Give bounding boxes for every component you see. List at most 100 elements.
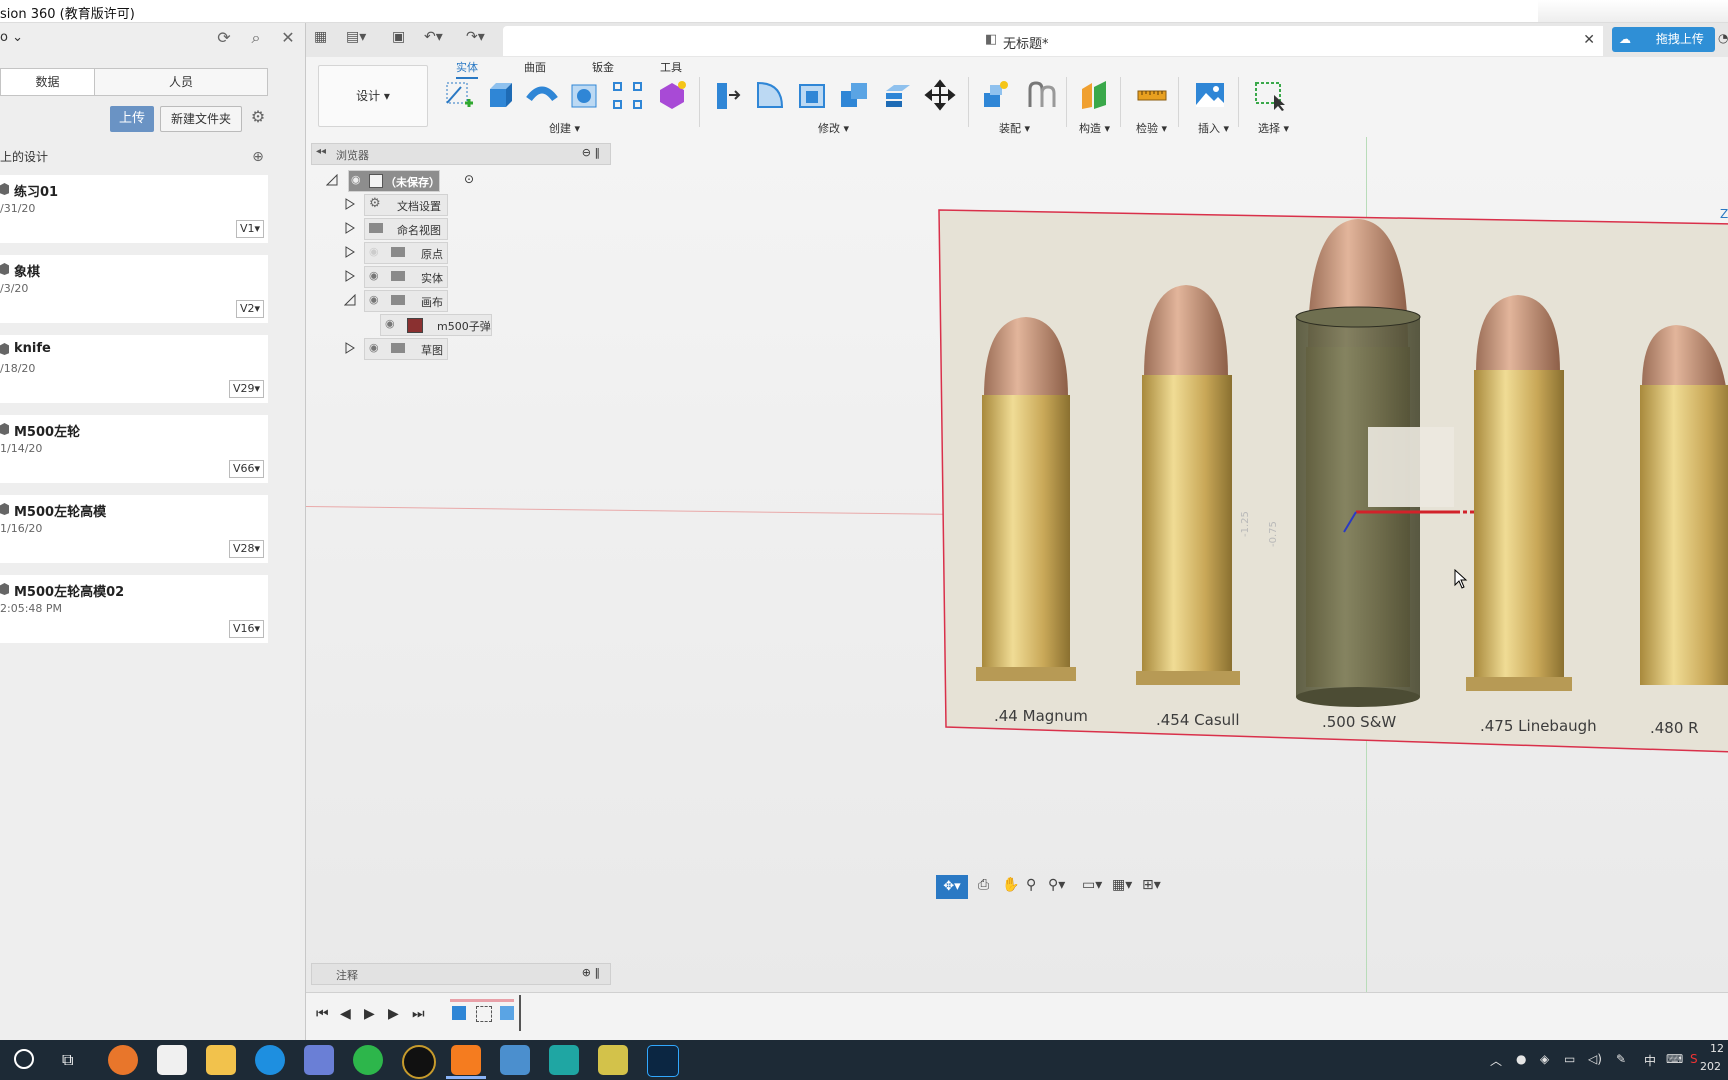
combine-icon[interactable] xyxy=(839,79,871,111)
cortana-icon[interactable] xyxy=(14,1049,34,1069)
app-icon-explorer[interactable] xyxy=(206,1045,236,1075)
network-icon[interactable]: ▭ xyxy=(1564,1052,1575,1066)
app-icon-baidu[interactable] xyxy=(157,1045,187,1075)
tab-people[interactable]: 人员 xyxy=(94,68,268,96)
refresh-icon[interactable]: ⟳ xyxy=(214,28,234,48)
look-at-icon[interactable]: ⎙ xyxy=(978,877,989,893)
app-icon-feishu[interactable] xyxy=(304,1045,334,1075)
new-component-icon[interactable] xyxy=(980,79,1012,111)
comments-panel-header[interactable]: 注释 ⊕ ‖ xyxy=(311,963,611,985)
go-to-start-icon[interactable]: ⏮ xyxy=(316,1006,329,1022)
collapsed-icon[interactable] xyxy=(344,246,356,258)
grid-icon[interactable]: ▦▾ xyxy=(1112,877,1132,893)
app-icon-firefox[interactable] xyxy=(108,1045,138,1075)
group-construct[interactable]: 构造 ▾ xyxy=(1079,120,1110,136)
eye-icon[interactable]: ◉ xyxy=(351,173,361,186)
viewports-icon[interactable]: ⊞▾ xyxy=(1142,877,1161,893)
form-icon[interactable] xyxy=(656,79,688,111)
version-dropdown[interactable]: V28▾ xyxy=(228,540,264,558)
collapsed-icon[interactable] xyxy=(344,198,356,210)
new-folder-button[interactable]: 新建文件夹 xyxy=(160,106,242,132)
globe-icon[interactable]: ⊕ xyxy=(248,147,268,167)
task-view-icon[interactable]: ⧉ xyxy=(62,1050,73,1070)
expanded-icon[interactable] xyxy=(344,294,356,306)
design-card[interactable]: 象棋 /3/20 V2▾ xyxy=(0,255,268,323)
settings-gear-icon[interactable]: ⚙ xyxy=(248,107,268,127)
eye-icon[interactable]: ◉ xyxy=(385,317,395,330)
design-card[interactable]: knife /18/20 V29▾ xyxy=(0,335,268,403)
tab-sheet-metal[interactable]: 钣金 xyxy=(592,59,614,75)
version-dropdown[interactable]: V1▾ xyxy=(235,220,264,238)
version-dropdown[interactable]: V16▾ xyxy=(228,620,264,638)
workspace-switcher[interactable]: 设计 ▾ xyxy=(318,65,428,127)
design-card[interactable]: M500左轮 1/14/20 V66▾ xyxy=(0,415,268,483)
sogou-icon[interactable]: S xyxy=(1690,1052,1698,1066)
collapsed-icon[interactable] xyxy=(344,342,356,354)
eye-hidden-icon[interactable]: ◉ xyxy=(369,245,379,258)
pan-icon[interactable]: ✋ xyxy=(1002,877,1019,893)
extrude-icon[interactable] xyxy=(484,79,516,111)
tree-root[interactable]: ◉ （未保存） ⊙ xyxy=(322,170,622,192)
app-icon-maya[interactable] xyxy=(549,1045,579,1075)
timeline-sketch-feature-icon[interactable] xyxy=(476,1006,492,1022)
undo-icon[interactable]: ↶▾ xyxy=(424,29,443,45)
app-grid-icon[interactable]: ▦ xyxy=(314,29,327,45)
clock-icon[interactable]: ◔ xyxy=(1718,31,1728,45)
version-dropdown[interactable]: V2▾ xyxy=(235,300,264,318)
app-icon-notes[interactable] xyxy=(598,1045,628,1075)
play-icon[interactable]: ▶ xyxy=(364,1006,375,1022)
go-to-end-icon[interactable]: ⏭ xyxy=(412,1006,425,1022)
close-icon[interactable]: ✕ xyxy=(278,28,298,48)
pattern-icon[interactable] xyxy=(612,79,644,111)
input-method-icon[interactable]: ⌨ xyxy=(1666,1052,1683,1066)
upload-button[interactable]: 上传 xyxy=(110,106,154,132)
version-dropdown[interactable]: V66▾ xyxy=(228,460,264,478)
collapsed-icon[interactable] xyxy=(344,270,356,282)
shell-icon[interactable] xyxy=(796,79,828,111)
browser-close-icon[interactable]: ⊖ ‖ xyxy=(582,146,600,159)
app-icon-fusion360[interactable] xyxy=(451,1045,481,1075)
tray-app-icon[interactable]: ◈ xyxy=(1540,1052,1549,1066)
step-back-icon[interactable]: ◀ xyxy=(340,1006,351,1022)
redo-icon[interactable]: ↷▾ xyxy=(466,29,485,45)
tree-item[interactable]: ◉ 原点 xyxy=(322,242,622,264)
fillet-icon[interactable] xyxy=(754,79,786,111)
display-settings-icon[interactable]: ▭▾ xyxy=(1082,877,1102,893)
hole-icon[interactable] xyxy=(568,79,600,111)
tree-item[interactable]: 命名视图 xyxy=(322,218,622,240)
timeline-canvas-feature-icon[interactable] xyxy=(452,1006,466,1020)
group-modify[interactable]: 修改 ▾ xyxy=(818,120,849,136)
tray-expand-icon[interactable]: ︿ xyxy=(1490,1052,1502,1069)
tree-item[interactable]: ◉ 画布 xyxy=(322,290,622,312)
revolve-icon[interactable] xyxy=(526,79,558,111)
collapse-icon[interactable]: ◂◂ xyxy=(316,146,326,157)
joint-icon[interactable] xyxy=(1024,79,1056,111)
insert-canvas-icon[interactable] xyxy=(1194,79,1226,111)
group-inspect[interactable]: 检验 ▾ xyxy=(1136,120,1167,136)
input-language[interactable]: 中 xyxy=(1644,1052,1656,1069)
tab-surface[interactable]: 曲面 xyxy=(524,59,546,75)
eye-icon[interactable]: ◉ xyxy=(369,293,379,306)
design-card[interactable]: 练习01 /31/20 V1▾ xyxy=(0,175,268,243)
file-menu-icon[interactable]: ▤▾ xyxy=(346,29,366,45)
design-card[interactable]: M500左轮高模 1/16/20 V28▾ xyxy=(0,495,268,563)
app-icon-photoshop[interactable] xyxy=(647,1045,679,1077)
eye-icon[interactable]: ◉ xyxy=(369,341,379,354)
tree-item[interactable]: ◉ m500子弹 xyxy=(322,314,622,336)
tree-item[interactable]: ◉ 草图 xyxy=(322,338,622,360)
app-icon-media[interactable] xyxy=(402,1045,436,1079)
offset-face-icon[interactable] xyxy=(882,79,914,111)
press-pull-icon[interactable] xyxy=(711,79,743,111)
design-card[interactable]: M500左轮高模02 2:05:48 PM V16▾ xyxy=(0,575,268,643)
tab-tools[interactable]: 工具 xyxy=(660,59,682,75)
group-select[interactable]: 选择 ▾ xyxy=(1258,120,1289,136)
step-forward-icon[interactable]: ▶ xyxy=(388,1006,399,1022)
zoom-icon[interactable]: ⚲ xyxy=(1026,877,1036,893)
tray-date[interactable]: 202 xyxy=(1700,1060,1721,1073)
eye-icon[interactable]: ◉ xyxy=(369,269,379,282)
version-dropdown[interactable]: V29▾ xyxy=(228,380,264,398)
measure-icon[interactable] xyxy=(1136,79,1168,111)
activate-radio-icon[interactable]: ⊙ xyxy=(464,172,474,186)
offset-plane-icon[interactable] xyxy=(1078,79,1110,111)
save-icon[interactable]: ▣ xyxy=(392,29,405,45)
